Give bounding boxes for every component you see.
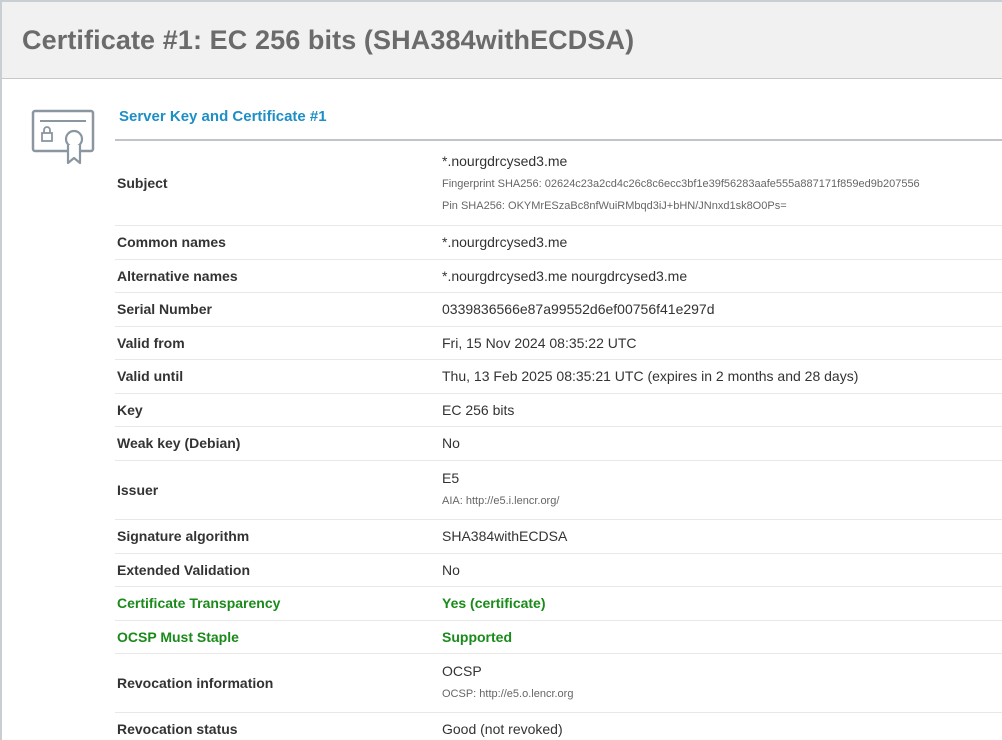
row-label-common-names: Common names [115, 225, 442, 260]
issuer-aia: AIA: http://e5.i.lencr.org/ [442, 495, 560, 508]
row-value-valid-until: Thu, 13 Feb 2025 08:35:21 UTC (expires i… [442, 359, 1002, 394]
row-label-alternative-names: Alternative names [115, 259, 442, 293]
page-frame: Certificate #1: EC 256 bits (SHA384withE… [0, 0, 1002, 740]
revocation-info-ocsp: OCSP: http://e5.o.lencr.org [442, 688, 574, 701]
row-value-alternative-names: *.nourgdrcysed3.me nourgdrcysed3.me [442, 259, 1002, 293]
row-value-ocsp-must-staple: Supported [442, 620, 1002, 654]
table-row: Common names *.nourgdrcysed3.me [115, 225, 1002, 260]
certificate-icon [31, 109, 95, 165]
subject-pin: Pin SHA256: OKYMrESzaBc8nfWuiRMbqd3iJ+bH… [442, 199, 787, 212]
row-value-revocation-information: OCSP OCSP: http://e5.o.lencr.org [442, 653, 1002, 713]
table-row: Key EC 256 bits [115, 393, 1002, 427]
row-value-serial-number: 0339836566e87a99552d6ef00756f41e297d [442, 292, 1002, 327]
title-bar: Certificate #1: EC 256 bits (SHA384withE… [2, 2, 1002, 79]
row-value-key: EC 256 bits [442, 393, 1002, 427]
row-value-common-names: *.nourgdrcysed3.me [442, 225, 1002, 260]
row-value-extended-validation: No [442, 553, 1002, 587]
row-label-serial-number: Serial Number [115, 292, 442, 327]
subject-fingerprint: Fingerprint SHA256: 02624c23a2cd4c26c8c6… [442, 177, 920, 190]
table-row: Alternative names *.nourgdrcysed3.me nou… [115, 259, 1002, 293]
table-row: Valid until Thu, 13 Feb 2025 08:35:21 UT… [115, 359, 1002, 394]
server-key-section: Server Key and Certificate #1 Subject *.… [115, 94, 1002, 740]
table-row: Revocation information OCSP OCSP: http:/… [115, 653, 1002, 713]
row-label-revocation-information: Revocation information [115, 653, 442, 713]
row-value-issuer: E5 AIA: http://e5.i.lencr.org/ [442, 460, 1002, 520]
table-row: Weak key (Debian) No [115, 426, 1002, 461]
row-value-valid-from: Fri, 15 Nov 2024 08:35:22 UTC [442, 326, 1002, 360]
row-value-subject: *.nourgdrcysed3.me Fingerprint SHA256: 0… [442, 141, 1002, 226]
row-value-certificate-transparency: Yes (certificate) [442, 586, 1002, 621]
row-label-certificate-transparency: Certificate Transparency [115, 586, 442, 621]
row-label-weak-key: Weak key (Debian) [115, 426, 442, 461]
issuer-value: E5 [442, 470, 460, 487]
row-label-issuer: Issuer [115, 460, 442, 520]
table-row: Serial Number 0339836566e87a99552d6ef007… [115, 292, 1002, 327]
row-label-extended-validation: Extended Validation [115, 553, 442, 587]
table-row: Valid from Fri, 15 Nov 2024 08:35:22 UTC [115, 326, 1002, 360]
row-label-subject: Subject [115, 141, 442, 226]
page-title: Certificate #1: EC 256 bits (SHA384withE… [22, 24, 635, 55]
table-row: OCSP Must Staple Supported [115, 620, 1002, 654]
row-value-weak-key: No [442, 426, 1002, 461]
table-row: Signature algorithm SHA384withECDSA [115, 519, 1002, 554]
section-heading: Server Key and Certificate #1 [115, 94, 1002, 141]
table-row: Revocation status Good (not revoked) [115, 712, 1002, 740]
row-label-valid-from: Valid from [115, 326, 442, 360]
row-label-key: Key [115, 393, 442, 427]
table-row: Certificate Transparency Yes (certificat… [115, 586, 1002, 621]
table-row: Extended Validation No [115, 553, 1002, 587]
row-value-signature-algorithm: SHA384withECDSA [442, 519, 1002, 554]
row-label-valid-until: Valid until [115, 359, 442, 394]
row-label-signature-algorithm: Signature algorithm [115, 519, 442, 554]
table-row: Subject *.nourgdrcysed3.me Fingerprint S… [115, 141, 1002, 226]
row-label-revocation-status: Revocation status [115, 712, 442, 740]
revocation-info-value: OCSP [442, 663, 482, 680]
certificate-table: Subject *.nourgdrcysed3.me Fingerprint S… [115, 141, 1002, 740]
row-label-ocsp-must-staple: OCSP Must Staple [115, 620, 442, 654]
subject-value: *.nourgdrcysed3.me [442, 152, 568, 169]
row-value-revocation-status: Good (not revoked) [442, 712, 1002, 740]
table-row: Issuer E5 AIA: http://e5.i.lencr.org/ [115, 460, 1002, 520]
